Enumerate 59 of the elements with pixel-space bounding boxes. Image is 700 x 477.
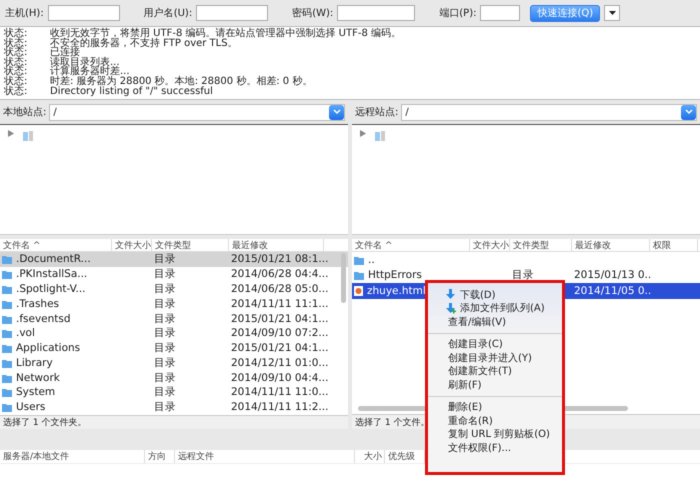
modified-date: 2015/01/21 08:1...	[231, 253, 328, 266]
file-name: .DocumentR...	[0, 253, 112, 266]
modified-date: 2014/11/11 11:2...	[231, 401, 328, 414]
file-name: .PKInstallSa...	[0, 268, 112, 280]
log-label: 状态:	[4, 48, 28, 58]
field-label: 密码(W):	[292, 6, 334, 20]
site-label: 本地站点:	[3, 106, 46, 119]
log-label: 状态:	[4, 76, 28, 87]
file-type: 目录	[154, 282, 176, 296]
status-text: 选择了 1 个文件夹。	[0, 414, 348, 429]
field-label: 主机(H):	[5, 6, 44, 20]
log-message: 读取目录列表...	[50, 58, 120, 68]
log-message: 收到无效字节，将禁用 UTF-8 编码。请在站点管理器中强制选择 UTF-8 编码。	[50, 29, 402, 39]
file-type: 目录	[154, 326, 176, 340]
file-type: 目录	[154, 400, 176, 414]
file-name: HttpErrors	[352, 269, 470, 282]
modified-date: 2014/09/10 04:4...	[231, 372, 328, 384]
file-type: 目录	[154, 296, 176, 311]
file-name: .Spotlight-V...	[0, 282, 112, 295]
file-name: ..	[352, 254, 470, 266]
file-name: Library	[0, 356, 112, 369]
modified-date: 2014/11/11 11:0...	[231, 386, 328, 398]
log-label: 状态:	[4, 38, 28, 48]
file-name: .Trashes	[0, 298, 112, 310]
file-type: 目录	[154, 312, 176, 326]
file-type: 目录	[154, 370, 176, 385]
modified-date: 2014/09/10 07:2...	[231, 327, 328, 340]
log-message: 时差: 服务器为 28800 秒。本地: 28800 秒。相差: 0 秒。	[50, 76, 312, 87]
log-message: 不安全的服务器，不支持 FTP over TLS。	[50, 38, 238, 48]
modified-date: 2015/01/13 0..	[574, 269, 652, 282]
log-label: 状态:	[4, 29, 28, 39]
modified-date: 2015/01/21 04:1...	[231, 312, 328, 325]
file-name: .vol	[0, 327, 112, 340]
modified-date: 2014/06/28 05:0...	[231, 282, 328, 295]
file-type: 目录	[154, 252, 176, 266]
log-message: 计算服务器时差...	[50, 67, 130, 77]
modified-date: 2014/11/05 0..	[574, 284, 652, 297]
site-label: 远程站点:	[355, 106, 398, 119]
field-label: 端口(P):	[439, 6, 476, 20]
log-message: 已连接	[50, 48, 80, 58]
log-label: 状态:	[4, 67, 28, 77]
field-label: 用户名(U):	[144, 6, 192, 20]
file-type: 目录	[154, 385, 176, 400]
modified-date: 2014/06/28 04:4...	[231, 268, 328, 280]
file-type: 目录	[154, 356, 176, 370]
log-label: 状态:	[4, 86, 28, 96]
file-name: Network	[0, 372, 112, 384]
modified-date: 2014/11/11 11:1...	[231, 298, 328, 310]
log-label: 状态:	[4, 58, 28, 68]
modified-date: 2014/12/11 01:0...	[231, 356, 328, 369]
file-name: Applications	[0, 342, 112, 354]
modified-date: 2015/01/21 04:1...	[231, 342, 328, 354]
file-type: 目录	[154, 267, 176, 282]
file-name: System	[0, 386, 112, 398]
log-message: Directory listing of "/" successful	[50, 86, 213, 96]
file-name: .fseventsd	[0, 312, 112, 325]
file-name: Users	[0, 401, 112, 414]
file-type: 目录	[512, 268, 534, 282]
file-type: 目录	[154, 341, 176, 356]
